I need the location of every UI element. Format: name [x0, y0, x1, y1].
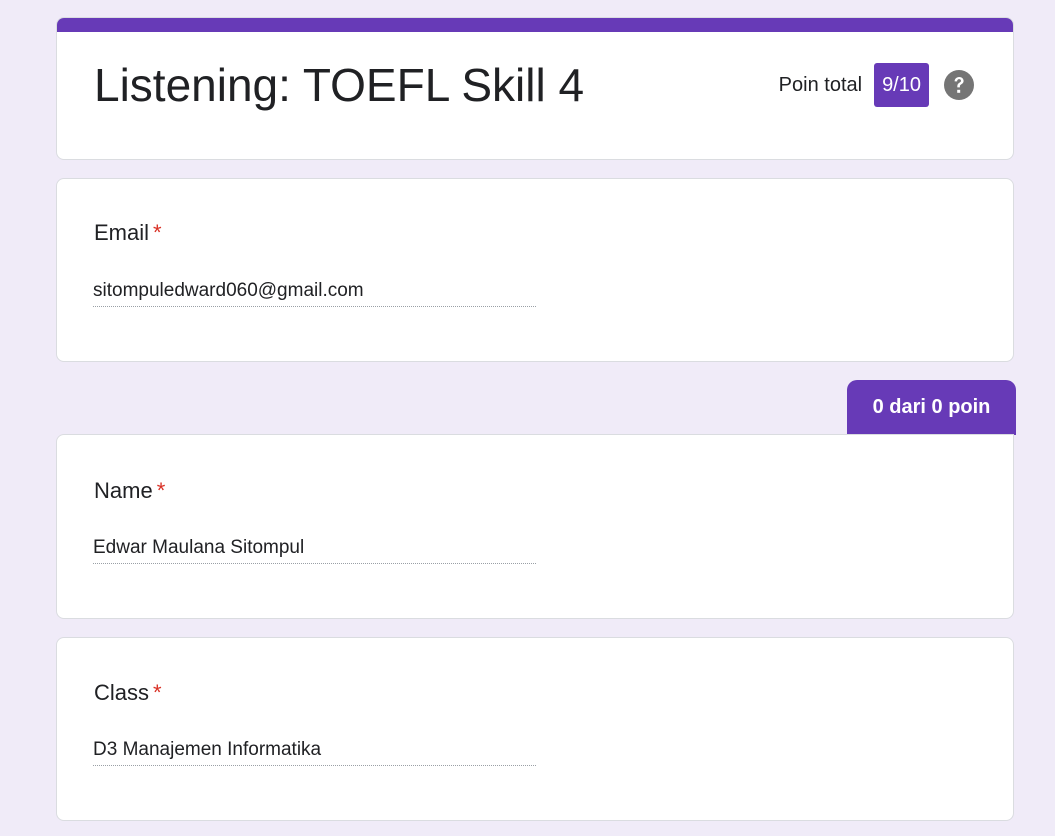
help-circle-icon[interactable]	[943, 69, 975, 101]
answer-class: D3 Manajemen Informatika	[93, 737, 536, 766]
total-score-label: Poin total	[778, 73, 863, 96]
total-score: Poin total 9/10	[779, 62, 975, 108]
required-mark: *	[153, 220, 162, 245]
required-mark: *	[156, 478, 166, 503]
required-mark: *	[153, 680, 162, 705]
question-label-email: Email *	[94, 219, 162, 247]
question-title: Class	[94, 680, 150, 705]
answer-email: sitompuledward060@gmail.com	[93, 278, 536, 307]
question-card-name: Name * Edwar Maulana Sitompul	[56, 434, 1014, 619]
form-title: Listening: TOEFL Skill 4	[94, 59, 585, 111]
form-header-card: Listening: TOEFL Skill 4 Poin total 9/10	[56, 17, 1014, 160]
question-points-badge: 0 dari 0 poin	[847, 380, 1016, 435]
total-score-badge: 9/10	[874, 63, 929, 107]
header-accent-bar	[57, 18, 1013, 32]
question-card-class: Class * D3 Manajemen Informatika	[56, 637, 1014, 821]
question-title: Name	[94, 478, 153, 503]
answer-name: Edwar Maulana Sitompul	[93, 535, 536, 564]
question-label-name: Name *	[94, 477, 165, 505]
question-label-class: Class *	[94, 679, 162, 707]
question-title: Email	[94, 220, 150, 245]
question-card-email: Email * sitompuledward060@gmail.com	[56, 178, 1014, 362]
